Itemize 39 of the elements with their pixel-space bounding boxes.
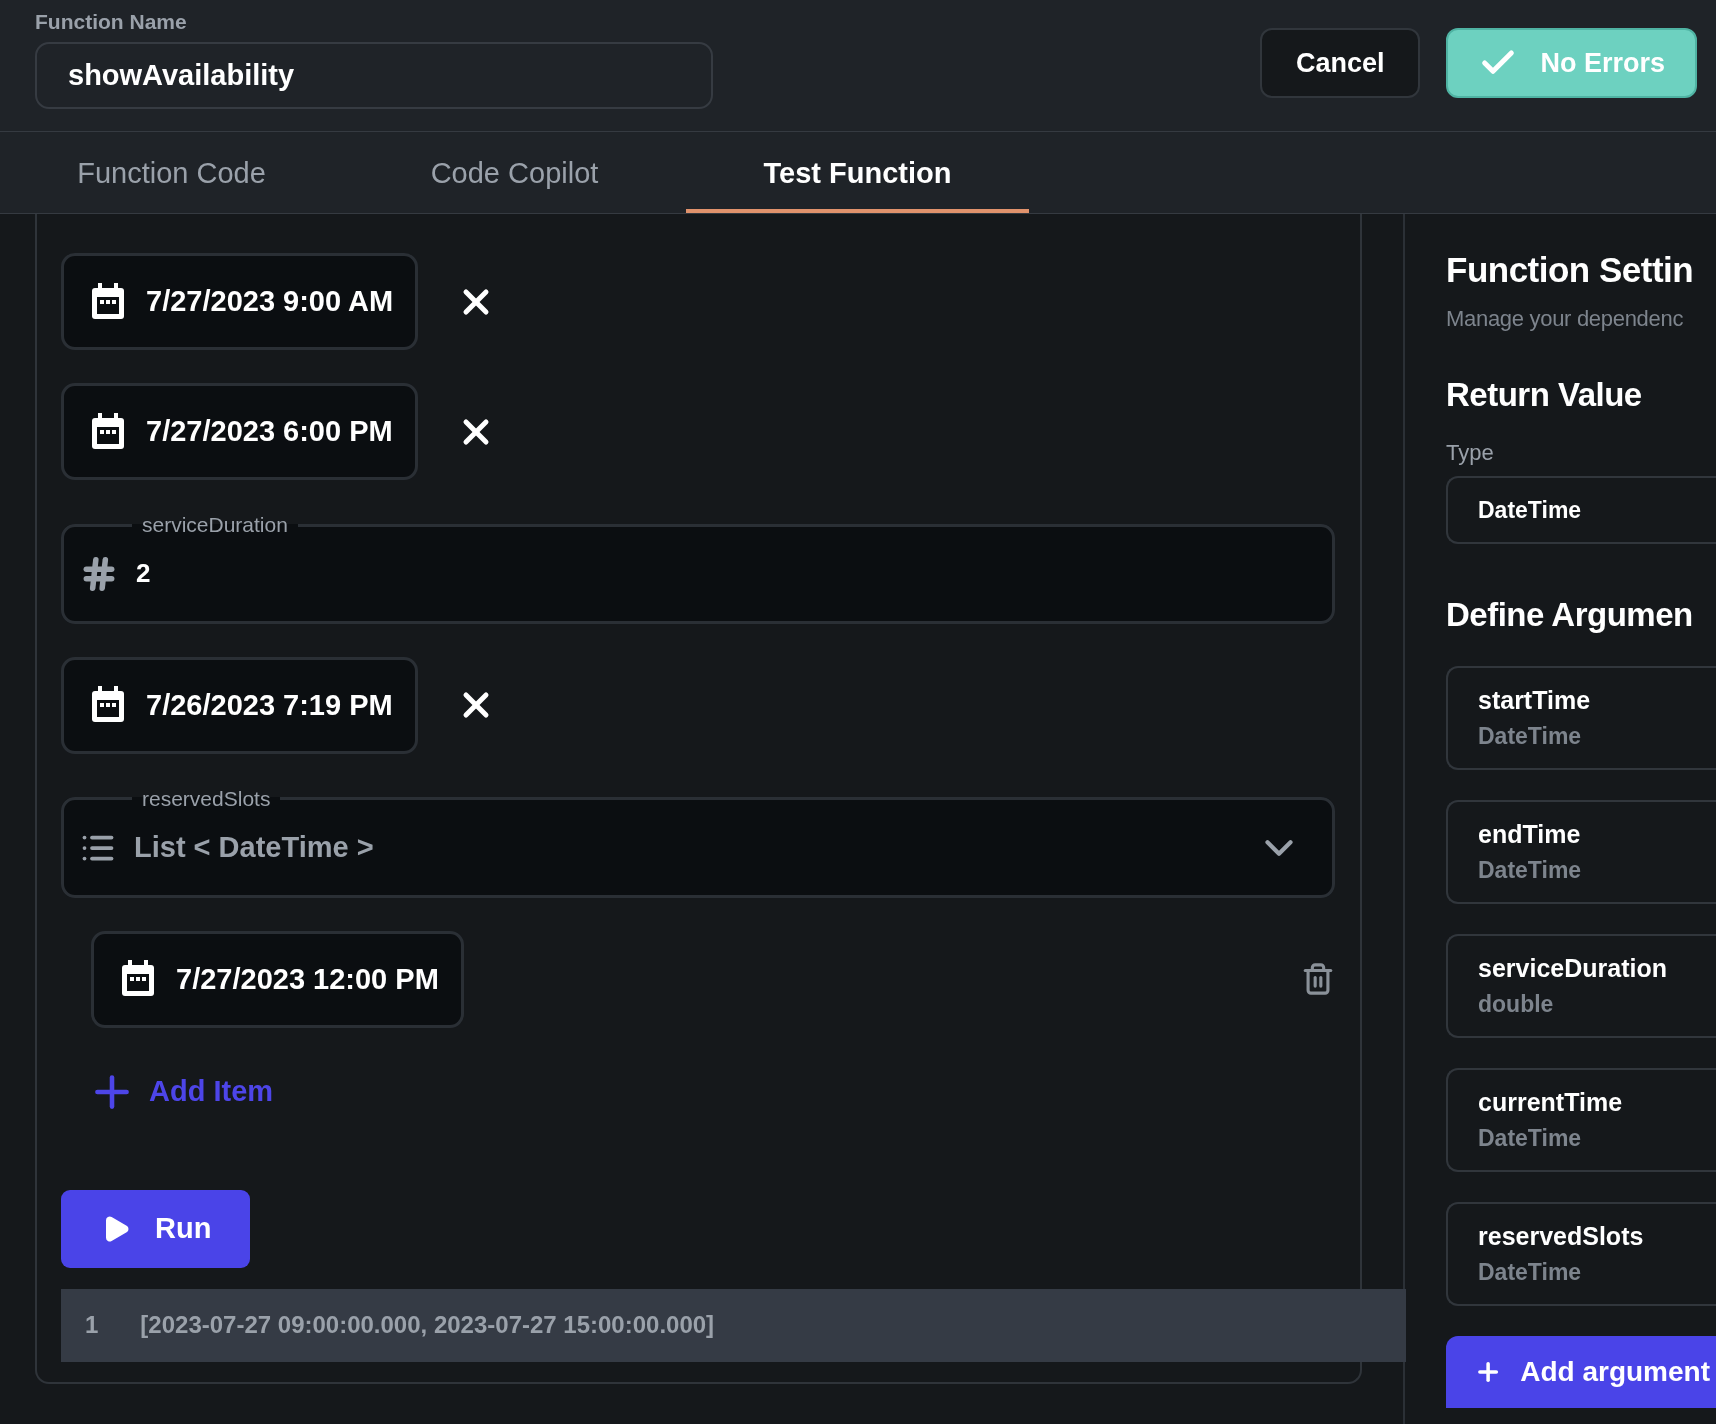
field-label: Type bbox=[1446, 440, 1495, 466]
argument-name: currentTime bbox=[1478, 1088, 1624, 1117]
argument-name: serviceDuration bbox=[1478, 954, 1668, 983]
tab[interactable]: Code Copilot bbox=[343, 132, 686, 213]
cancel-button[interactable]: Cancel bbox=[1259, 28, 1421, 98]
argument-type: DateTime bbox=[1478, 857, 1583, 884]
panel-subtitle: Manage your dependenc bbox=[1446, 306, 1685, 332]
date-time-field[interactable]: 7/26/2023 7:19 PM bbox=[61, 656, 418, 754]
argument-type: DateTime bbox=[1478, 1259, 1583, 1286]
function-name-input[interactable]: showAvailability bbox=[35, 42, 713, 109]
argument-name: reservedSlots bbox=[1478, 1222, 1645, 1251]
argument-name: startTime bbox=[1478, 686, 1592, 715]
argument-name: endTime bbox=[1478, 820, 1582, 849]
line-number: 1 bbox=[85, 1311, 99, 1340]
calendar-icon bbox=[120, 960, 156, 999]
date-time-field[interactable]: 7/27/2023 6:00 PM bbox=[61, 383, 418, 480]
calendar-icon bbox=[90, 282, 126, 321]
argument-type: DateTime bbox=[1478, 1125, 1583, 1152]
calendar-icon bbox=[90, 686, 126, 725]
date-time-field[interactable]: 7/27/2023 9:00 AM bbox=[61, 253, 419, 350]
argument-card[interactable]: endTime DateTime bbox=[1446, 800, 1716, 904]
trash-icon[interactable] bbox=[1301, 962, 1335, 997]
tab[interactable]: Function Code bbox=[0, 132, 343, 213]
add-argument-button[interactable]: Add argument bbox=[1446, 1336, 1716, 1408]
argument-card[interactable]: serviceDuration double bbox=[1446, 934, 1716, 1038]
calendar-icon bbox=[90, 412, 126, 451]
argument-type: DateTime bbox=[1478, 723, 1583, 750]
type-select[interactable]: DateTime bbox=[1446, 476, 1716, 544]
date-time-field[interactable]: 7/27/2023 12:00 PM bbox=[91, 930, 464, 1028]
output-text: [2023-07-27 09:00:00.000, 2023-07-27 15:00:00.000] bbox=[140, 1311, 715, 1340]
section-heading: Define Argumen bbox=[1446, 596, 1694, 634]
argument-card[interactable]: startTime DateTime bbox=[1446, 666, 1716, 770]
argument-card[interactable]: reservedSlots DateTime bbox=[1446, 1202, 1716, 1306]
run-button[interactable]: Run bbox=[61, 1189, 250, 1268]
argument-card[interactable]: currentTime DateTime bbox=[1446, 1068, 1716, 1172]
panel-title: Function Settin bbox=[1446, 250, 1695, 290]
argument-type: double bbox=[1478, 991, 1555, 1018]
section-heading: Return Value bbox=[1446, 376, 1643, 414]
field-label: Function Name bbox=[35, 10, 188, 34]
